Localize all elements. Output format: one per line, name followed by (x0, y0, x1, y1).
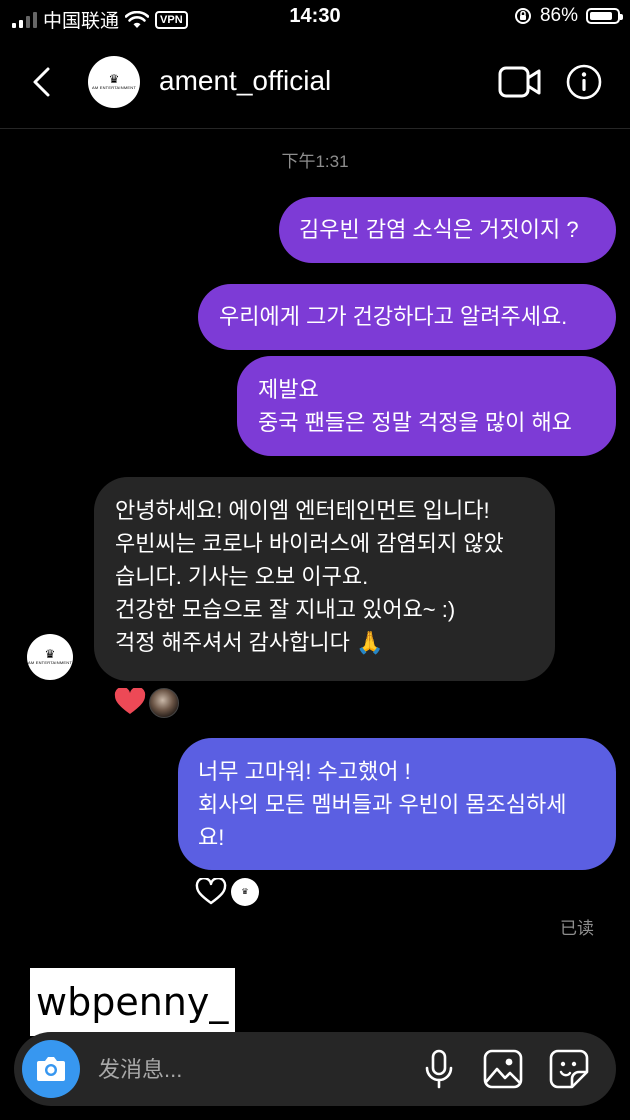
profile-avatar[interactable]: ♛ AM ENTERTAINMENT (88, 56, 140, 108)
reactor-avatar[interactable] (149, 688, 179, 718)
back-arrow-icon[interactable] (30, 66, 54, 98)
sent-message-bubble[interactable]: 제발요 중국 팬들은 정말 걱정을 많이 해요 (237, 356, 616, 456)
message-text: 회사의 모든 멤버들과 우빈이 몸조심하세 (198, 792, 567, 817)
received-message-bubble[interactable]: 안녕하세요! 에이엠 엔터테인먼트 입니다! 우빈씨는 코로나 바이러스에 감염… (94, 477, 555, 681)
status-bar: 中国联通 VPN 14:30 86% (0, 0, 630, 34)
message-text: 건강한 모습으로 잘 지내고 있어요~ :) (115, 597, 456, 622)
battery-icon (586, 8, 623, 24)
message-text: 요! (198, 825, 225, 850)
orientation-lock-icon (514, 8, 531, 24)
sent-message-bubble[interactable]: 우리에게 그가 건강하다고 알려주세요. (198, 284, 616, 350)
video-call-icon[interactable] (498, 64, 542, 100)
camera-button[interactable] (22, 1040, 80, 1098)
heart-reaction-icon[interactable] (114, 688, 146, 716)
sent-message-bubble[interactable]: 너무 고마워! 수고했어 ! 회사의 모든 멤버들과 우빈이 몸조심하세 요! (178, 738, 616, 870)
heart-outline-icon[interactable] (195, 878, 227, 906)
message-text: 걱정 해주셔서 감사합니다 🙏 (115, 630, 384, 655)
avatar-logo-text: AM ENTERTAINMENT (92, 85, 136, 90)
message-text: 우리에게 그가 건강하다고 알려주세요. (219, 304, 568, 329)
watermark: wbpenny_ (30, 968, 235, 1036)
message-text: 제발요 (258, 377, 319, 402)
crown-icon: ♛ (108, 72, 120, 86)
message-timestamp: 下午1:31 (281, 152, 349, 171)
info-icon[interactable] (566, 64, 602, 100)
sent-message-bubble[interactable]: 김우빈 감염 소식은 거짓이지 ? (279, 197, 616, 263)
message-text: 우빈씨는 코로나 바이러스에 감염되지 않았 (115, 531, 504, 556)
chat-username[interactable]: ament_official (159, 65, 331, 97)
crown-icon: ♛ (44, 647, 56, 661)
sticker-icon[interactable] (548, 1048, 590, 1090)
crown-icon: ♛ (241, 887, 249, 896)
seen-status: 已读 (560, 919, 594, 938)
sender-avatar[interactable]: ♛ AM ENTERTAINMENT (27, 634, 73, 680)
message-input[interactable] (96, 1052, 360, 1088)
battery-percent: 86% (539, 5, 578, 26)
chat-header: ♛ AM ENTERTAINMENT ament_official (0, 36, 630, 129)
microphone-icon[interactable] (418, 1048, 460, 1090)
message-text: 중국 팬들은 정말 걱정을 많이 해요 (258, 410, 572, 435)
camera-icon (37, 1057, 65, 1081)
avatar-logo-text: AM ENTERTAINMENT (28, 660, 72, 665)
reactor-avatar[interactable]: ♛ (231, 878, 259, 906)
message-composer (14, 1032, 616, 1106)
message-text: 너무 고마워! 수고했어 ! (198, 759, 411, 784)
message-text: 김우빈 감염 소식은 거짓이지 ? (299, 217, 579, 242)
message-text: 습니다. 기사는 오보 이구요. (115, 564, 369, 589)
message-text: 안녕하세요! 에이엠 엔터테인먼트 입니다! (115, 498, 490, 523)
gallery-icon[interactable] (482, 1048, 524, 1090)
